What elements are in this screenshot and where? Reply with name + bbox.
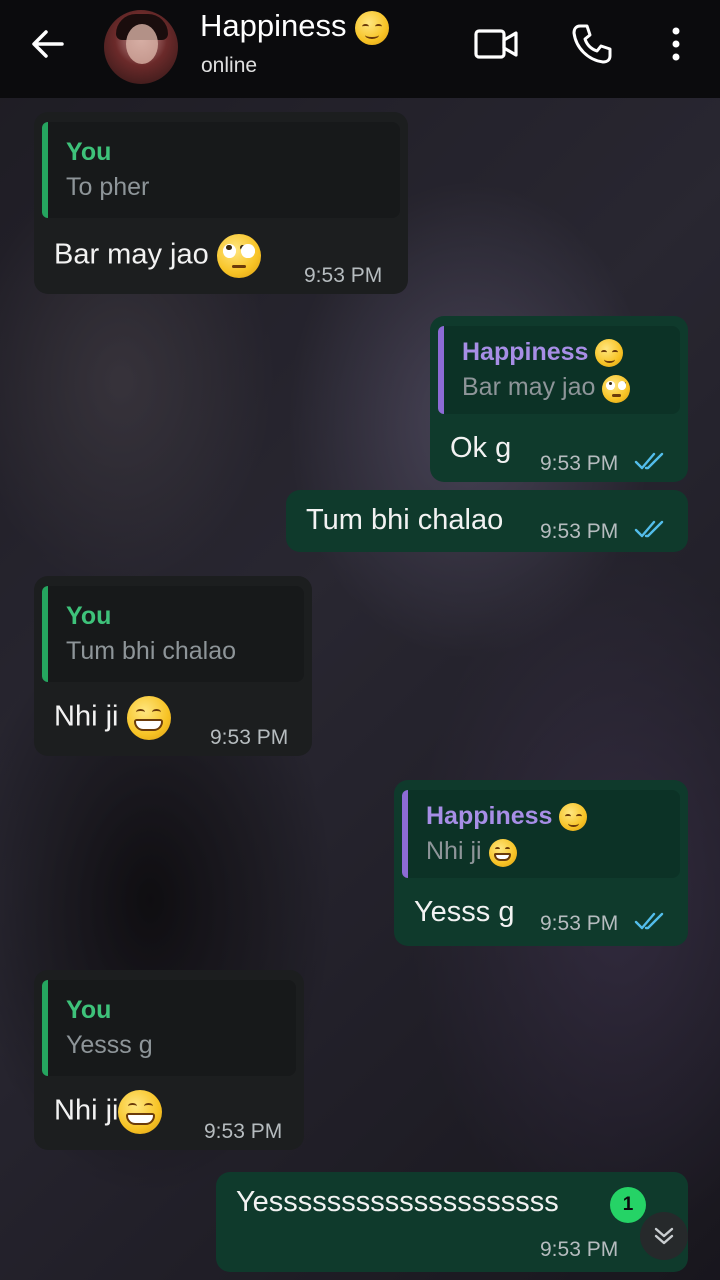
smiling-face-emoji-icon	[595, 339, 624, 368]
back-arrow-icon[interactable]	[28, 24, 68, 64]
message-time: 9:53 PM	[540, 520, 619, 543]
eye-roll-emoji-icon	[602, 374, 631, 403]
quote-author: Happiness	[462, 338, 589, 366]
quoted-message[interactable]: You Tum bhi chalao	[42, 586, 304, 682]
quote-text-row: Nhi ji	[426, 837, 664, 867]
double-chevron-down-icon	[654, 1227, 674, 1245]
smiling-face-emoji-icon	[559, 803, 588, 832]
message-text-row: Nhi ji	[54, 696, 171, 740]
message-text: Yesss g	[414, 896, 515, 928]
message-text: Nhi ji	[54, 700, 119, 733]
message-text-row: Nhi ji	[54, 1090, 163, 1134]
quote-author: You	[66, 602, 112, 630]
incoming-message-bubble[interactable]: You Tum bhi chalao Nhi ji 9:53 PM	[34, 576, 312, 756]
chat-header: Happiness online	[0, 0, 720, 98]
quote-text: Yesss g	[66, 1031, 153, 1059]
message-time: 9:53 PM	[210, 726, 289, 749]
outgoing-message-bubble[interactable]: Happiness Nhi ji Yesss g 9:53 PM	[394, 780, 688, 946]
grinning-face-emoji-icon	[126, 696, 171, 740]
eye-roll-emoji-icon	[216, 234, 261, 278]
incoming-message-bubble[interactable]: You Yesss g Nhi ji 9:53 PM	[34, 970, 304, 1150]
quoted-message[interactable]: You To pher	[42, 122, 400, 218]
message-text: Bar may jao	[54, 238, 209, 271]
quote-text: To pher	[66, 173, 150, 201]
quote-text: Nhi ji	[426, 837, 482, 866]
contact-status: online	[201, 54, 258, 77]
quoted-message[interactable]: You Yesss g	[42, 980, 296, 1076]
message-time: 9:53 PM	[540, 452, 619, 475]
quote-author-row: Happiness	[426, 802, 664, 832]
smiling-face-emoji-icon	[355, 10, 390, 45]
read-receipt-icon	[634, 452, 664, 470]
message-text-row: Bar may jao	[54, 234, 261, 278]
quote-author-row: Happiness	[462, 338, 664, 368]
outgoing-message-bubble[interactable]: Happiness Bar may jao Ok g 9:53 PM	[430, 316, 688, 482]
message-text: Tum bhi chalao	[306, 504, 504, 536]
read-receipt-icon	[634, 520, 664, 538]
message-time: 9:53 PM	[304, 264, 383, 287]
quote-author: You	[66, 996, 112, 1024]
message-text: Yessssssssssssssssssss	[236, 1186, 559, 1218]
outgoing-message-bubble[interactable]: Yessssssssssssssssssss 9:53 PM	[216, 1172, 688, 1272]
voice-call-icon[interactable]	[570, 22, 614, 66]
message-time: 9:53 PM	[204, 1120, 283, 1143]
contact-avatar[interactable]	[104, 10, 178, 84]
grinning-face-emoji-icon	[488, 838, 517, 867]
incoming-message-bubble[interactable]: You To pher Bar may jao 9:53 PM	[34, 112, 408, 294]
scroll-to-bottom-button[interactable]	[640, 1212, 688, 1260]
grinning-face-emoji-icon	[118, 1090, 163, 1134]
quote-text: Tum bhi chalao	[66, 637, 236, 665]
quote-text: Bar may jao	[462, 373, 596, 402]
quote-author: You	[66, 138, 112, 166]
outgoing-message-bubble[interactable]: Tum bhi chalao 9:53 PM	[286, 490, 688, 552]
message-time: 9:53 PM	[540, 912, 619, 935]
message-time: 9:53 PM	[540, 1238, 619, 1261]
video-call-icon[interactable]	[473, 24, 519, 64]
unread-count-badge: 1	[610, 1187, 646, 1223]
more-vert-icon[interactable]	[664, 24, 688, 64]
quote-author: Happiness	[426, 802, 553, 830]
quote-text-row: Bar may jao	[462, 373, 664, 403]
message-text: Ok g	[450, 432, 512, 464]
read-receipt-icon	[634, 912, 664, 930]
quoted-message[interactable]: Happiness Nhi ji	[402, 790, 680, 878]
contact-name-row[interactable]: Happiness	[200, 8, 390, 45]
contact-name: Happiness	[200, 8, 347, 43]
quoted-message[interactable]: Happiness Bar may jao	[438, 326, 680, 414]
message-text: Nhi ji	[54, 1094, 119, 1127]
